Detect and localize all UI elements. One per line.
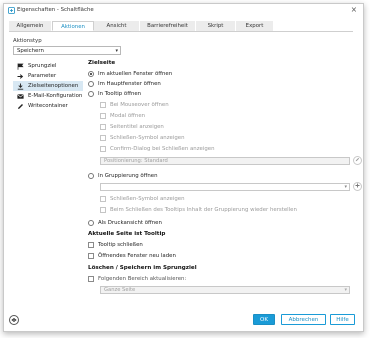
aktuelle-tooltip-title: Aktuelle Seite ist Tooltip — [88, 231, 166, 237]
tab-allgemein[interactable]: Allgemein — [9, 21, 52, 31]
tab-export[interactable]: Export — [236, 21, 274, 31]
aktionstyp-select[interactable]: Speichern ▾ — [13, 46, 121, 55]
checkbox-label: Öffnendes Fenster neu laden — [98, 253, 176, 259]
sidebar-item-writecontainer[interactable]: Writecontainer — [13, 101, 83, 111]
tab-skript[interactable]: Skript — [196, 21, 236, 31]
checkbox-row-wiederherstellen[interactable]: Beim Schließen des Tooltips Inhalt der G… — [100, 206, 297, 214]
checkbox-row-tooltip-schliessen[interactable]: Tooltip schließen — [88, 241, 143, 249]
radio-tooltip[interactable] — [88, 91, 94, 97]
chevron-down-icon: ▾ — [344, 287, 347, 293]
pencil-icon — [16, 103, 24, 110]
sidebar-item-parameter[interactable]: Parameter — [13, 71, 83, 81]
cancel-button[interactable]: Abbrechen — [281, 314, 326, 325]
checkbox-label: Modal öffnen — [110, 113, 146, 119]
properties-dialog: Eigenschaften - Schaltfläche × Allgemein… — [3, 3, 364, 332]
radio-gruppierung[interactable] — [88, 173, 94, 179]
radio-haupt[interactable] — [88, 81, 94, 87]
checkbox-row-neu-laden[interactable]: Öffnendes Fenster neu laden — [88, 252, 176, 260]
close-icon[interactable]: × — [351, 5, 357, 15]
radio-druckansicht[interactable] — [88, 220, 94, 226]
radio-label: In Gruppierung öffnen — [98, 173, 158, 179]
window-title: Eigenschaften - Schaltfläche — [17, 7, 94, 13]
sidebar-item-email-konfiguration[interactable]: E-Mail-Konfiguration — [13, 91, 83, 101]
sidebar-item-label: Sprungziel — [28, 63, 57, 69]
flag-icon — [16, 63, 24, 70]
radio-label: In Tooltip öffnen — [98, 91, 142, 97]
checkbox-label: Folgenden Bereich aktualisieren: — [98, 276, 187, 282]
envelope-icon — [16, 93, 24, 100]
radio-row-aktuell[interactable]: Im aktuellen Fenster öffnen — [88, 70, 172, 78]
checkbox-mouseover[interactable] — [100, 102, 106, 108]
sidebar-item-sprungziel[interactable]: Sprungziel — [13, 61, 83, 71]
checkbox-gruppe-schliessen-symbol[interactable] — [100, 196, 106, 202]
checkbox-row-bereich[interactable]: Folgenden Bereich aktualisieren: — [88, 275, 186, 283]
checkbox-schliessen-symbol[interactable] — [100, 135, 106, 141]
add-gruppierung-button[interactable] — [353, 182, 362, 191]
radio-label: Als Druckansicht öffnen — [98, 220, 162, 226]
tab-barrierefreiheit[interactable]: Barrierefreiheit — [140, 21, 196, 31]
checkbox-modal[interactable] — [100, 113, 106, 119]
checkbox-seitentitel[interactable] — [100, 124, 106, 130]
sidebar-item-label: E-Mail-Konfiguration — [28, 93, 83, 99]
radio-row-gruppierung[interactable]: In Gruppierung öffnen — [88, 172, 158, 180]
tab-bar: Allgemein Aktionen Ansicht Barrierefreih… — [9, 21, 353, 32]
plus-icon — [355, 183, 360, 190]
checkbox-row-modal[interactable]: Modal öffnen — [100, 112, 145, 120]
arrow-right-icon — [16, 73, 24, 80]
button-properties-icon — [8, 6, 15, 14]
checkbox-label: Tooltip schließen — [98, 242, 143, 248]
zielseite-title: Zielseite — [88, 60, 116, 66]
sidebar-item-label: Zielseitenoptionen — [28, 83, 79, 89]
pencil-icon — [355, 157, 360, 164]
aktionstyp-label: Aktionstyp — [13, 38, 42, 44]
sidebar-item-label: Parameter — [28, 73, 57, 79]
checkbox-row-mouseover[interactable]: Bei Mouseover öffnen — [100, 101, 169, 109]
ok-button[interactable]: OK — [253, 314, 275, 325]
target-page-icon — [16, 83, 24, 90]
chevron-down-icon: ▾ — [115, 48, 118, 54]
radio-label: Im aktuellen Fenster öffnen — [98, 71, 173, 77]
checkbox-row-confirm[interactable]: Confirm-Dialog bei Schließen anzeigen — [100, 145, 215, 153]
positionierung-field[interactable]: Positionierung: Standard — [100, 157, 350, 165]
checkbox-label: Beim Schließen des Tooltips Inhalt der G… — [110, 207, 297, 213]
checkbox-label: Schließen-Symbol anzeigen — [110, 135, 185, 141]
radio-aktuell[interactable] — [88, 71, 94, 77]
checkbox-label: Bei Mouseover öffnen — [110, 102, 169, 108]
radio-label: Im Hauptfenster öffnen — [98, 81, 161, 87]
radio-row-haupt[interactable]: Im Hauptfenster öffnen — [88, 80, 161, 88]
checkbox-tooltip-schliessen[interactable] — [88, 242, 94, 248]
gruppierung-select[interactable]: ▾ — [100, 183, 350, 191]
bereich-placeholder: Ganze Seite — [104, 287, 136, 293]
checkbox-wiederherstellen[interactable] — [100, 207, 106, 213]
radio-row-druckansicht[interactable]: Als Druckansicht öffnen — [88, 219, 162, 227]
checkbox-label: Schließen-Symbol anzeigen — [110, 196, 185, 202]
tab-ansicht[interactable]: Ansicht — [94, 21, 140, 31]
checkbox-row-schliessen-symbol[interactable]: Schließen-Symbol anzeigen — [100, 134, 185, 142]
checkbox-confirm[interactable] — [100, 146, 106, 152]
chevron-down-icon: ▾ — [344, 184, 347, 190]
sidebar-item-zielseitenoptionen[interactable]: Zielseitenoptionen — [13, 81, 83, 91]
checkbox-label: Confirm-Dialog bei Schließen anzeigen — [110, 146, 215, 152]
tab-aktionen[interactable]: Aktionen — [52, 21, 94, 31]
sidebar-item-label: Writecontainer — [28, 103, 68, 109]
help-circle-icon[interactable] — [9, 315, 19, 325]
loeschen-title: Löschen / Speichern im Sprungziel — [88, 265, 197, 271]
checkbox-neu-laden[interactable] — [88, 253, 94, 259]
checkbox-row-seitentitel[interactable]: Seitentitel anzeigen — [100, 123, 164, 131]
edit-positionierung-button[interactable] — [353, 156, 362, 165]
checkbox-bereich[interactable] — [88, 276, 94, 282]
help-button[interactable]: Hilfe — [330, 314, 355, 325]
checkbox-label: Seitentitel anzeigen — [110, 124, 164, 130]
title-bar: Eigenschaften - Schaltfläche × — [4, 4, 363, 16]
checkbox-row-gruppe-schliessen-symbol[interactable]: Schließen-Symbol anzeigen — [100, 195, 185, 203]
sidebar: Sprungziel Parameter Zielseitenoptionen … — [13, 61, 83, 111]
aktionstyp-value: Speichern — [17, 48, 44, 54]
bereich-select[interactable]: Ganze Seite ▾ — [100, 286, 350, 294]
radio-row-tooltip[interactable]: In Tooltip öffnen — [88, 90, 141, 98]
